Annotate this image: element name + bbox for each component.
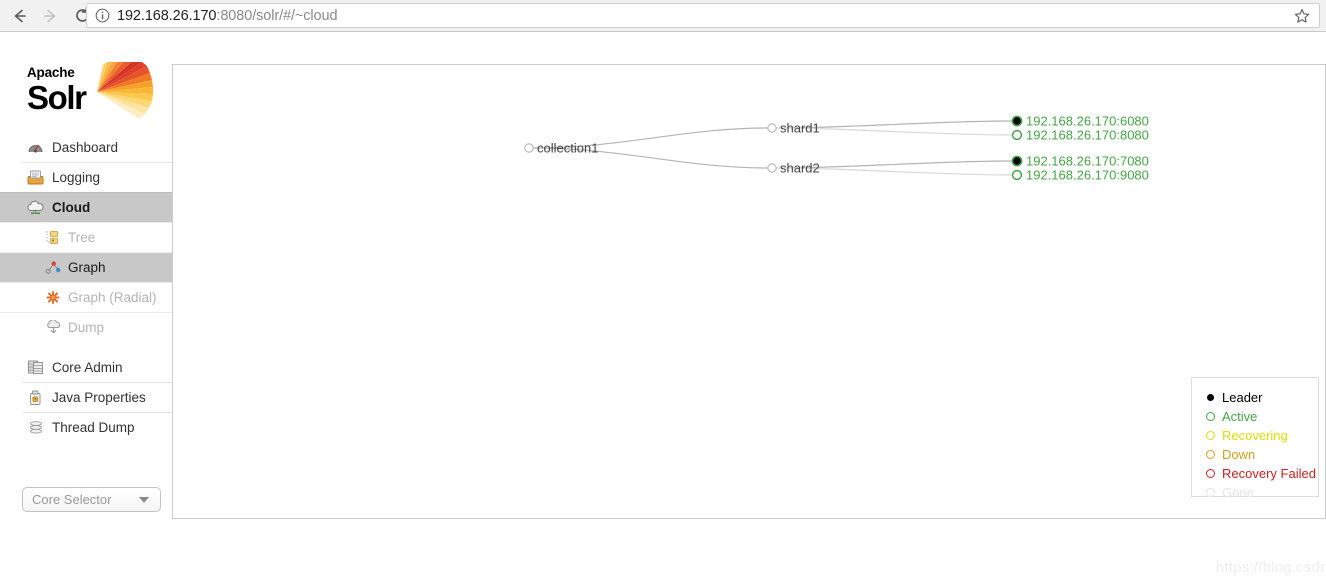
- sidebar-subnav-cloud: Tree Graph Graph (Radial) Dump: [0, 222, 172, 342]
- cloud-graph: collection1 shard1 shard2 192.168.26.170…: [524, 114, 1149, 183]
- node-label: 192.168.26.170:6080: [1026, 114, 1149, 129]
- sidebar-item-logging[interactable]: Logging: [22, 162, 172, 192]
- sidebar-subitem-dump[interactable]: Dump: [0, 312, 172, 342]
- legend-label: Active: [1222, 409, 1258, 424]
- sidebar-subitem-dump-label: Dump: [68, 320, 105, 335]
- sidebar-subitem-graph[interactable]: Graph: [0, 252, 172, 282]
- sidebar-item-java-properties-label: Java Properties: [52, 390, 146, 405]
- sidebar-item-core-admin[interactable]: Core Admin: [22, 352, 172, 382]
- sidebar-subitem-tree[interactable]: Tree: [0, 222, 172, 252]
- browser-toolbar: 192.168.26.170:8080/solr/#/~cloud: [0, 0, 1326, 31]
- sidebar-subitem-graph-label: Graph: [68, 260, 106, 275]
- legend-row-gone: Gone: [1204, 483, 1318, 502]
- recovery-failed-marker-icon: [1204, 467, 1217, 480]
- graph-node-shard2[interactable]: shard2: [767, 161, 820, 176]
- active-marker-icon: [1204, 410, 1217, 423]
- solr-logo[interactable]: Apache Solr: [27, 62, 155, 124]
- down-marker-icon: [1204, 448, 1217, 461]
- core-selector-label: Core Selector: [32, 492, 112, 507]
- java-properties-icon: [26, 389, 45, 406]
- thread-dump-icon: [26, 419, 45, 436]
- logging-icon: [26, 169, 45, 186]
- legend-row-leader: Leader: [1204, 388, 1318, 407]
- graph-node-shard1[interactable]: shard1: [767, 121, 820, 136]
- graph-node-replica-8080[interactable]: 192.168.26.170:8080: [1011, 128, 1149, 143]
- solr-logo-text: Apache Solr: [27, 65, 87, 116]
- core-selector-dropdown[interactable]: Core Selector: [22, 487, 161, 512]
- url-host: 192.168.26.170: [117, 7, 217, 24]
- solr-admin-page: Apache Solr Dashboard Logging Cloud Tree…: [0, 32, 1326, 576]
- node-label: 192.168.26.170:9080: [1026, 168, 1149, 183]
- graph-legend: Leader Active Recovering Down Recovery F…: [1191, 377, 1319, 500]
- legend-row-recovering: Recovering: [1204, 426, 1318, 445]
- forward-button[interactable]: [36, 2, 64, 30]
- node-circle-gone: [767, 163, 777, 173]
- sidebar-item-java-properties[interactable]: Java Properties: [22, 382, 172, 412]
- logo-apache-text: Apache: [27, 65, 75, 80]
- dashboard-icon: [26, 139, 45, 156]
- node-label: shard2: [780, 161, 820, 176]
- sidebar-subitem-tree-label: Tree: [68, 230, 96, 245]
- sidebar-item-thread-dump-label: Thread Dump: [52, 420, 135, 435]
- node-label: 192.168.26.170:8080: [1026, 128, 1149, 143]
- legend-label: Recovering: [1222, 428, 1288, 443]
- legend-row-active: Active: [1204, 407, 1318, 426]
- legend-label: Recovery Failed: [1222, 466, 1316, 481]
- graph-node-replica-7080[interactable]: 192.168.26.170:7080: [1011, 154, 1149, 169]
- cloud-graph-panel: collection1 shard1 shard2 192.168.26.170…: [172, 64, 1326, 576]
- sidebar-item-cloud[interactable]: Cloud: [0, 192, 172, 222]
- graph-node-replica-9080[interactable]: 192.168.26.170:9080: [1011, 168, 1149, 183]
- graph-icon: [44, 260, 62, 276]
- node-label: shard1: [780, 121, 820, 136]
- chevron-down-icon: [139, 496, 149, 503]
- arrow-right-icon: [44, 9, 56, 22]
- node-circle-gone: [524, 143, 534, 153]
- sidebar-subitem-graph-radial[interactable]: Graph (Radial): [0, 282, 172, 312]
- url-text: 192.168.26.170:8080/solr/#/~cloud: [117, 7, 338, 24]
- url-path: :8080/solr/#/~cloud: [216, 7, 338, 24]
- legend-row-recovery-failed: Recovery Failed: [1204, 464, 1318, 483]
- sidebar-subitem-graph-radial-label: Graph (Radial): [68, 290, 157, 305]
- tree-icon: [44, 230, 62, 246]
- legend-label: Leader: [1222, 390, 1263, 405]
- arrow-left-icon: [14, 9, 26, 22]
- cloud-icon: [26, 199, 45, 216]
- back-button[interactable]: [6, 2, 34, 30]
- graph-node-replica-6080[interactable]: 192.168.26.170:6080: [1011, 114, 1149, 129]
- sidebar-nav-bottom: Core Admin Java Properties Thread Dump: [22, 352, 172, 442]
- node-circle-leader-active: [1011, 155, 1023, 167]
- node-circle-active: [1011, 129, 1023, 141]
- node-circle-leader-active: [1011, 115, 1023, 127]
- sidebar-nav-top: Dashboard Logging Cloud Tree Graph Graph…: [0, 132, 172, 342]
- bookmark-star-button[interactable]: [1292, 6, 1312, 26]
- sidebar-item-dashboard-label: Dashboard: [52, 139, 119, 155]
- node-label: collection1: [537, 141, 598, 156]
- info-circle-icon[interactable]: [95, 8, 110, 23]
- sidebar-item-core-admin-label: Core Admin: [52, 359, 123, 375]
- sidebar-item-dashboard[interactable]: Dashboard: [22, 132, 172, 162]
- dump-icon: [44, 320, 62, 336]
- sidebar-item-cloud-label: Cloud: [52, 200, 91, 215]
- node-circle-gone: [767, 123, 777, 133]
- sidebar-item-logging-label: Logging: [52, 170, 101, 185]
- address-bar[interactable]: 192.168.26.170:8080/solr/#/~cloud: [86, 3, 1320, 28]
- node-label: 192.168.26.170:7080: [1026, 154, 1149, 169]
- graph-radial-icon: [44, 290, 62, 306]
- legend-row-down: Down: [1204, 445, 1318, 464]
- core-admin-icon: [26, 359, 45, 376]
- legend-label: Gone: [1222, 485, 1254, 500]
- sidebar: Apache Solr Dashboard Logging Cloud Tree…: [0, 32, 172, 519]
- gone-marker-icon: [1204, 486, 1217, 499]
- star-icon: [1294, 8, 1310, 23]
- node-circle-active: [1011, 169, 1023, 181]
- leader-marker-icon: [1204, 391, 1217, 404]
- watermark-text: https://blog.csdn.net/weixin_42838993: [1216, 559, 1326, 576]
- solr-sunburst-icon: [97, 62, 153, 119]
- logo-solr-text: Solr: [27, 78, 87, 116]
- sidebar-item-thread-dump[interactable]: Thread Dump: [22, 412, 172, 442]
- legend-label: Down: [1222, 447, 1256, 462]
- recovering-marker-icon: [1204, 429, 1217, 442]
